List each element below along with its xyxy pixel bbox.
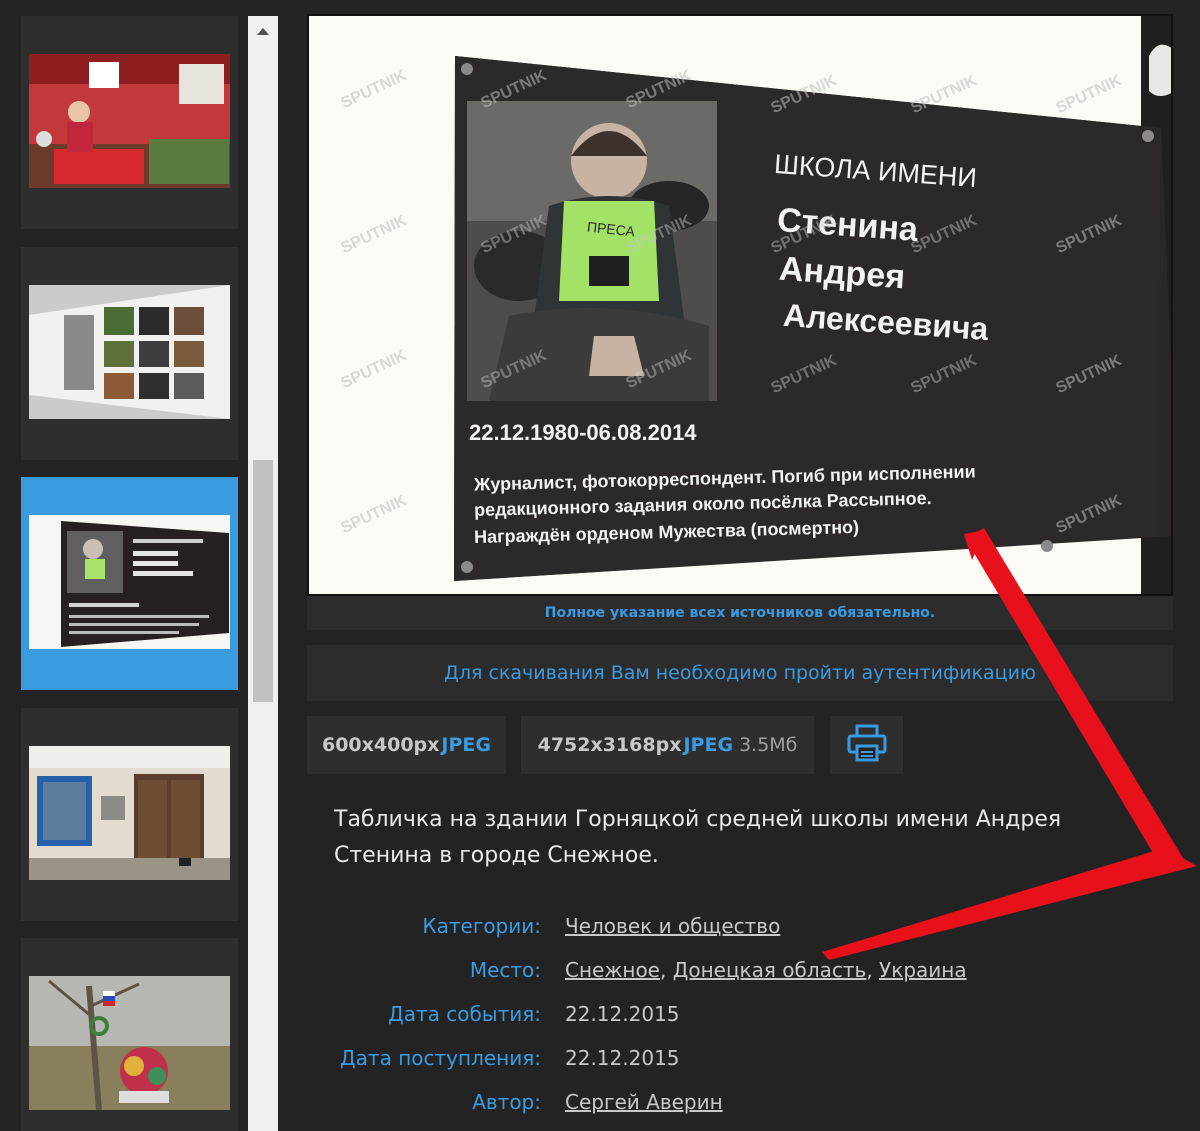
event-date-value: 22.12.2015 [565,1002,680,1026]
thumbnail-image-1[interactable] [29,54,230,188]
meta-row-author: Автор: Сергей Аверин [307,1090,1167,1120]
photo-caption: Табличка на здании Горняцкой средней шко… [334,807,1062,868]
download-large-button[interactable]: 4752x3168px JPEG 3.5Мб [521,716,814,774]
received-date-value: 22.12.2015 [565,1046,680,1070]
thumbnail-image-2[interactable] [29,285,230,419]
download-small-button[interactable]: 600x400px JPEG [307,716,506,774]
download-large-format: JPEG [683,734,734,756]
author-link[interactable]: Сергей Аверин [565,1090,723,1114]
place-link-country[interactable]: Украина [879,958,967,982]
download-small-resolution: 600x400px [321,734,440,756]
meta-row-event-date: Дата события: 22.12.2015 [307,1002,1167,1032]
scrollbar-thumb[interactable] [253,460,273,702]
credit-notice-bar: Полное указание всех источников обязател… [307,596,1173,630]
thumbnail-card-2[interactable] [21,247,238,460]
meta-row-place: Место: Снежное, Донецкая область, Украин… [469,958,967,982]
scroll-up-arrow-icon[interactable] [248,16,278,46]
thumbnail-scrollbar[interactable] [248,16,278,1131]
thumbnail-image-4[interactable] [29,746,230,880]
event-date-label: Дата события: [388,1002,541,1026]
thumbnail-card-5[interactable] [21,938,238,1131]
download-small-format: JPEG [441,734,491,756]
meta-row-category: Категории: Человек и общество [307,914,1167,944]
place-link-city[interactable]: Снежное [565,958,660,982]
download-large-resolution: 4752x3168px [537,734,682,756]
credit-notice: Полное указание всех источников обязател… [544,605,936,621]
thumbnail-image-3[interactable] [29,515,230,649]
print-button[interactable] [830,716,903,774]
printer-icon [847,724,887,767]
received-date-label: Дата поступления: [340,1046,541,1070]
category-label: Категории: [422,914,541,938]
meta-row-received-date: Дата поступления: 22.12.2015 [307,1046,1167,1076]
auth-notice-link[interactable]: Для скачивания Вам необходимо пройти аут… [444,662,1036,684]
place-label: Место: [469,958,541,982]
category-link[interactable]: Человек и общество [565,914,780,938]
thumbnail-card-4[interactable] [21,708,238,921]
author-label: Автор: [472,1090,541,1114]
download-large-size: 3.5Мб [739,734,798,756]
main-photo: ШКОЛА ИМЕНИ Стенина Андрея Алексеевича 2… [307,14,1173,596]
thumbnail-card-3-selected[interactable] [21,477,238,690]
thumbnail-image-5[interactable] [29,976,230,1110]
thumbnail-card-1[interactable] [21,16,238,229]
plaque-dates: 22.12.1980-06.08.2014 [469,420,697,445]
auth-notice-bar[interactable]: Для скачивания Вам необходимо пройти аут… [307,645,1173,701]
place-link-region[interactable]: Донецкая область [673,958,867,982]
